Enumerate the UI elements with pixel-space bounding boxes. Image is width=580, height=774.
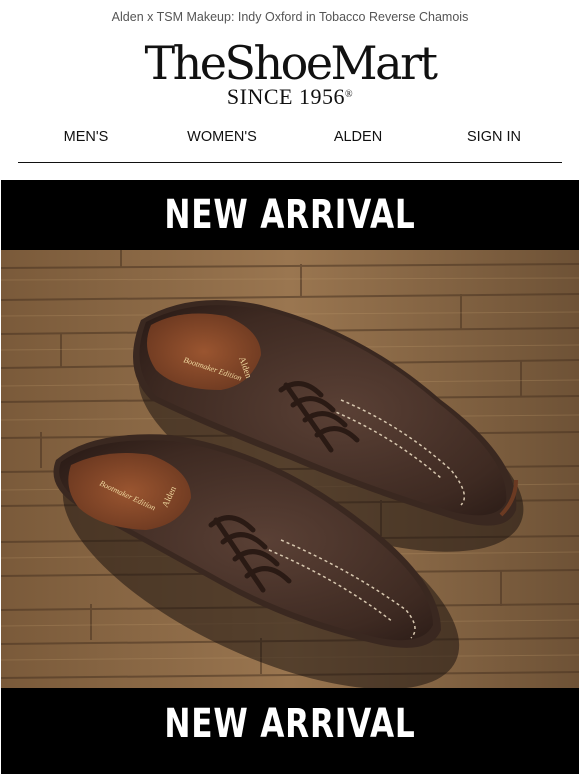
product-photo[interactable]: Bootmaker Edition Alden Bootmaker Editio… xyxy=(1,250,579,688)
new-arrival-banner-bottom[interactable]: NEW ARRIVAL xyxy=(1,688,579,774)
nav-sign-in-link[interactable]: SIGN IN xyxy=(426,118,562,162)
store-logo[interactable]: TheShoeMart SINCE 1956® xyxy=(0,38,580,108)
nav-mens-link[interactable]: MEN'S xyxy=(18,118,154,162)
logo-wordmark: TheShoeMart xyxy=(144,36,438,90)
registered-mark: ® xyxy=(344,89,354,100)
preheader-text: Alden x TSM Makeup: Indy Oxford in Tobac… xyxy=(111,10,469,24)
new-arrival-heading-bottom: NEW ARRIVAL xyxy=(164,701,416,747)
new-arrival-banner-top[interactable]: NEW ARRIVAL xyxy=(1,180,579,250)
logo-tagline-text: SINCE 1956 xyxy=(226,84,345,109)
main-navigation: MEN'S WOMEN'S ALDEN SIGN IN xyxy=(18,118,562,163)
nav-alden-link[interactable]: ALDEN xyxy=(290,118,426,162)
logo-tagline: SINCE 1956® xyxy=(0,86,580,108)
new-arrival-heading-top: NEW ARRIVAL xyxy=(164,192,416,238)
nav-womens-link[interactable]: WOMEN'S xyxy=(154,118,290,162)
